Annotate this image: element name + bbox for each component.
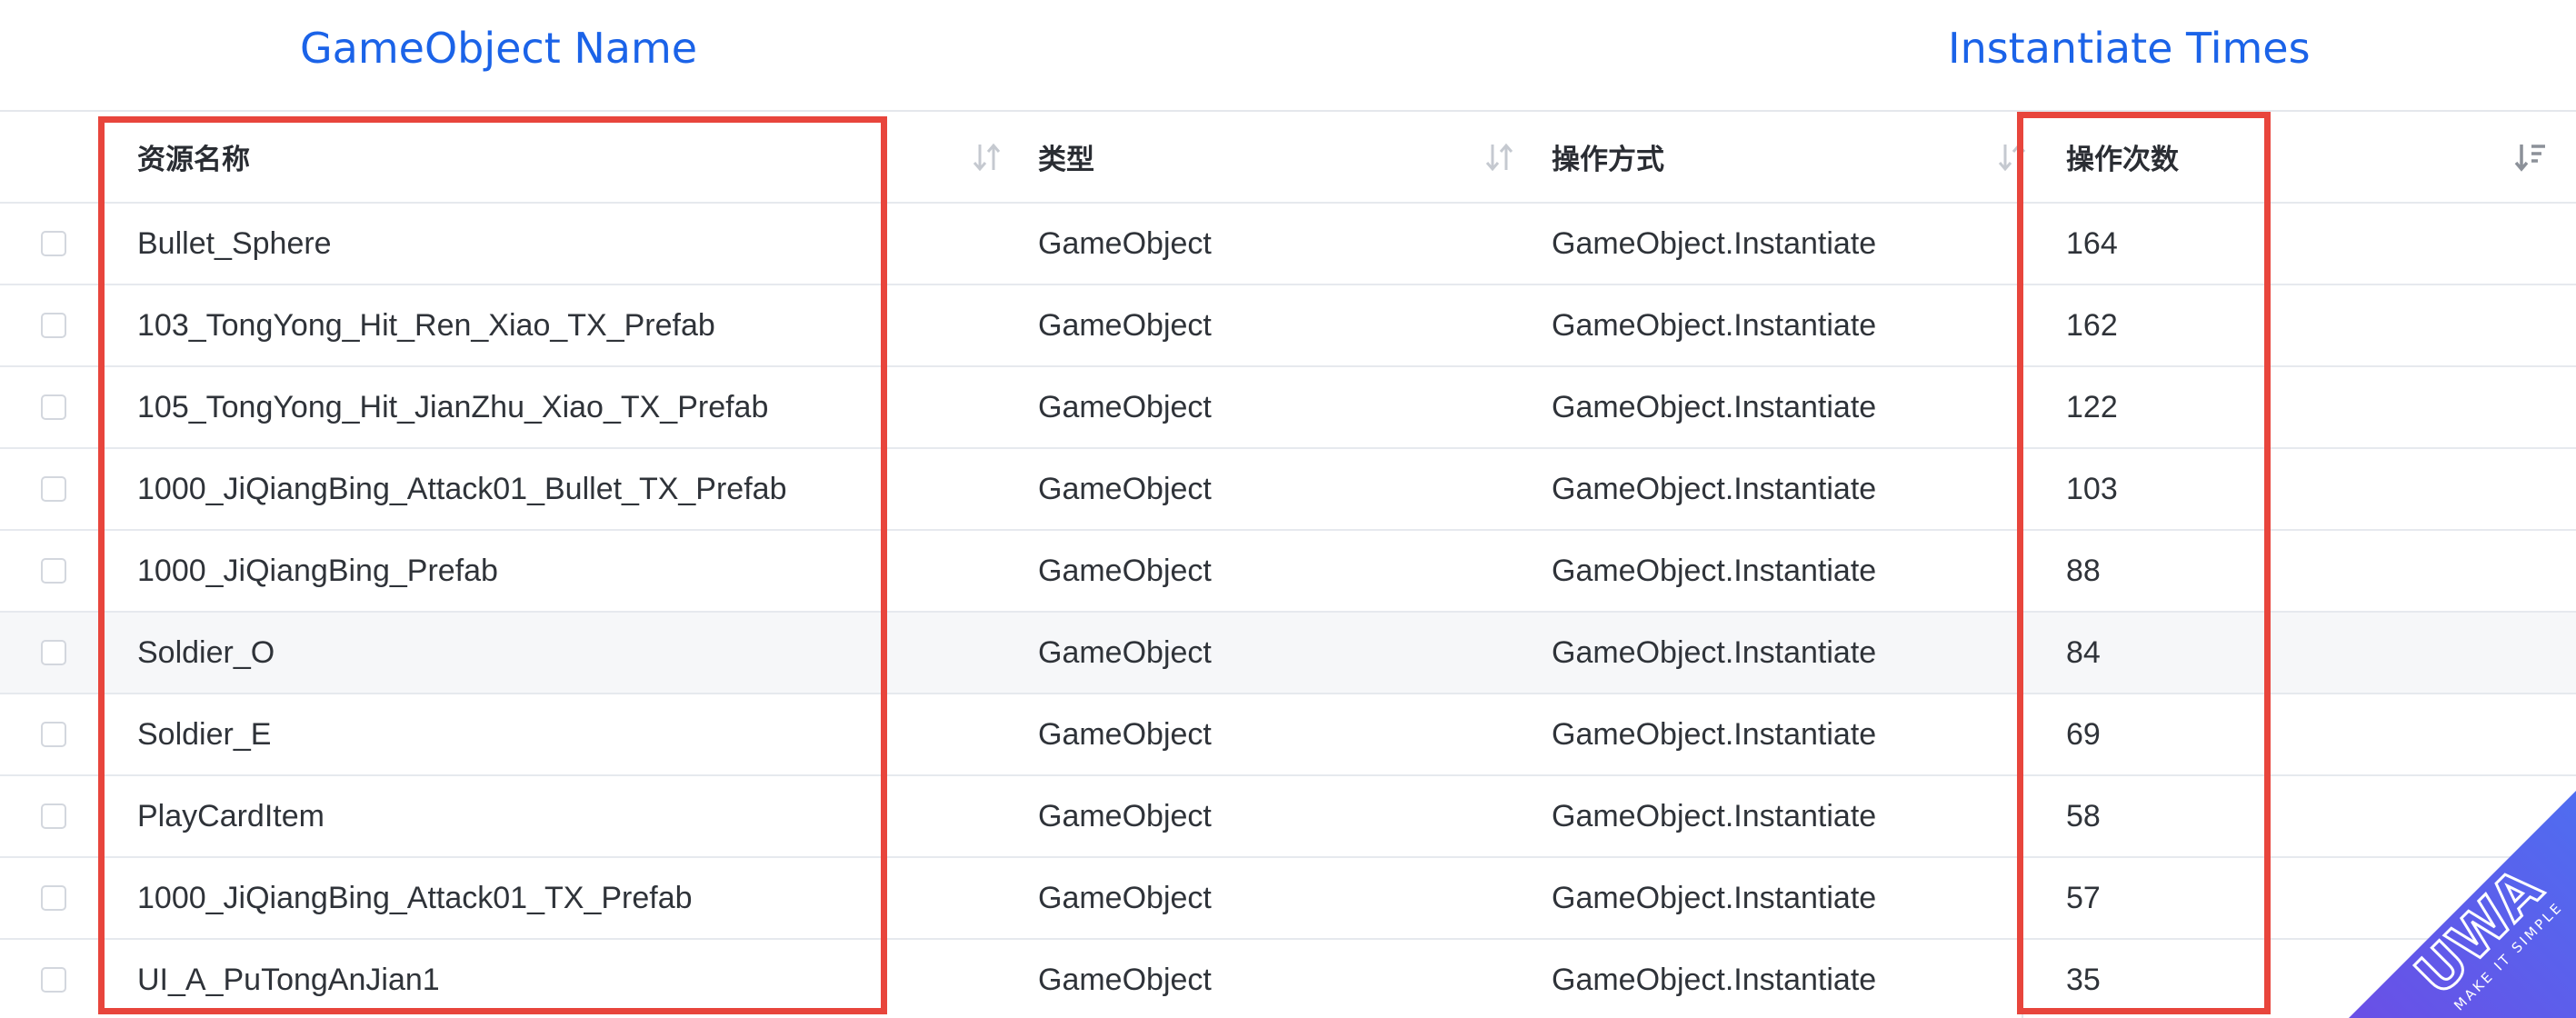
table-row[interactable]: Soldier_E GameObject GameObject.Instantiat… (0, 694, 2576, 776)
cell-count: 84 (2066, 634, 2101, 670)
cell-type: GameObject (1038, 553, 1212, 588)
column-divider (2022, 367, 2023, 447)
cell-resource-name: 1000_JiQiangBing_Attack01_TX_Prefab (137, 880, 693, 915)
table-row[interactable]: Soldier_O GameObject GameObject.Instantiat… (0, 613, 2576, 694)
cell-operation: GameObject.Instantiate (1552, 553, 1877, 588)
table-row[interactable]: 1000_JiQiangBing_Prefab GameObject GameObj… (0, 531, 2576, 613)
checkbox-icon[interactable] (41, 722, 66, 747)
cell-resource-name: Soldier_E (137, 716, 272, 752)
cell-operation: GameObject.Instantiate (1552, 962, 1877, 997)
header-type[interactable]: 类型 (1038, 112, 1493, 202)
row-select-cell (39, 449, 68, 529)
cell-resource-name: PlayCardItem (137, 798, 324, 833)
row-select-cell (39, 285, 68, 365)
annotation-instantiate-times: Instantiate Times (1948, 24, 2311, 73)
cell-resource-name: 1000_JiQiangBing_Prefab (137, 553, 498, 588)
table-row[interactable]: 105_TongYong_Hit_JianZhu_Xiao_TX_Prefab G… (0, 367, 2576, 449)
checkbox-icon[interactable] (41, 558, 66, 584)
column-divider (2022, 449, 2023, 529)
column-divider (2022, 858, 2023, 938)
cell-operation: GameObject.Instantiate (1552, 225, 1877, 261)
row-select-cell (39, 940, 68, 1018)
checkbox-icon[interactable] (41, 803, 66, 829)
table-header-row: 资源名称 类型 操作方式 操作次数 (0, 112, 2576, 204)
cell-count: 164 (2066, 225, 2118, 261)
column-divider (2022, 285, 2023, 365)
column-divider (2022, 940, 2023, 1018)
cell-resource-name: 1000_JiQiangBing_Attack01_Bullet_TX_Pref… (137, 471, 787, 506)
checkbox-icon[interactable] (41, 640, 66, 665)
cell-operation: GameObject.Instantiate (1552, 880, 1877, 915)
table-row[interactable]: UI_A_PuTongAnJian1 GameObject GameObject.I… (0, 940, 2576, 1018)
resource-table: 资源名称 类型 操作方式 操作次数 Bullet_Sphere GameObje… (0, 110, 2576, 1018)
column-divider (2022, 776, 2023, 856)
table-row[interactable]: 1000_JiQiangBing_Attack01_Bullet_TX_Pref… (0, 449, 2576, 531)
cell-type: GameObject (1038, 634, 1212, 670)
column-divider[interactable] (2022, 112, 2023, 202)
column-divider (2022, 694, 2023, 774)
table-row[interactable]: 103_TongYong_Hit_Ren_Xiao_TX_Prefab GameO… (0, 285, 2576, 367)
cell-operation: GameObject.Instantiate (1552, 798, 1877, 833)
cell-type: GameObject (1038, 471, 1212, 506)
checkbox-icon[interactable] (41, 313, 66, 338)
cell-count: 69 (2066, 716, 2101, 752)
row-select-cell (39, 613, 68, 693)
cell-count: 162 (2066, 307, 2118, 343)
row-select-cell (39, 204, 68, 284)
cell-resource-name: 105_TongYong_Hit_JianZhu_Xiao_TX_Prefab (137, 389, 769, 424)
header-resource-name[interactable]: 资源名称 (137, 112, 955, 202)
cell-resource-name: Soldier_O (137, 634, 275, 670)
checkbox-icon[interactable] (41, 476, 66, 502)
page: GameObject Name Instantiate Times 资源名称 类… (0, 0, 2576, 1018)
cell-operation: GameObject.Instantiate (1552, 634, 1877, 670)
cell-resource-name: Bullet_Sphere (137, 225, 332, 261)
cell-type: GameObject (1038, 798, 1212, 833)
cell-operation: GameObject.Instantiate (1552, 307, 1877, 343)
cell-operation: GameObject.Instantiate (1552, 716, 1877, 752)
uwa-watermark: UWA MAKE IT SIMPLE (2349, 791, 2576, 1018)
checkbox-icon[interactable] (41, 885, 66, 911)
cell-resource-name: UI_A_PuTongAnJian1 (137, 962, 440, 997)
annotation-gameobject-name: GameObject Name (300, 24, 698, 73)
cell-type: GameObject (1038, 880, 1212, 915)
checkbox-icon[interactable] (41, 231, 66, 256)
header-operation[interactable]: 操作方式 (1552, 112, 2006, 202)
cell-type: GameObject (1038, 389, 1212, 424)
row-select-cell (39, 531, 68, 611)
row-select-cell (39, 776, 68, 856)
cell-type: GameObject (1038, 962, 1212, 997)
sort-descending-icon[interactable] (2513, 112, 2548, 202)
cell-resource-name: 103_TongYong_Hit_Ren_Xiao_TX_Prefab (137, 307, 715, 343)
header-count[interactable]: 操作次数 (2066, 112, 2430, 202)
cell-count: 88 (2066, 553, 2101, 588)
cell-operation: GameObject.Instantiate (1552, 389, 1877, 424)
table-body: Bullet_Sphere GameObject GameObject.Instan… (0, 204, 2576, 1018)
row-select-cell (39, 367, 68, 447)
sort-icon[interactable] (972, 112, 1003, 202)
column-divider (2022, 204, 2023, 284)
cell-type: GameObject (1038, 307, 1212, 343)
row-select-cell (39, 694, 68, 774)
cell-count: 122 (2066, 389, 2118, 424)
cell-count: 103 (2066, 471, 2118, 506)
table-row[interactable]: Bullet_Sphere GameObject GameObject.Instan… (0, 204, 2576, 285)
row-select-cell (39, 858, 68, 938)
cell-type: GameObject (1038, 225, 1212, 261)
column-divider (2022, 531, 2023, 611)
cell-operation: GameObject.Instantiate (1552, 471, 1877, 506)
table-row[interactable]: PlayCardItem GameObject GameObject.Instant… (0, 776, 2576, 858)
column-divider (2022, 613, 2023, 693)
checkbox-icon[interactable] (41, 394, 66, 420)
sort-icon[interactable] (1484, 112, 1515, 202)
cell-type: GameObject (1038, 716, 1212, 752)
checkbox-icon[interactable] (41, 967, 66, 993)
table-row[interactable]: 1000_JiQiangBing_Attack01_TX_Prefab GameO… (0, 858, 2576, 940)
